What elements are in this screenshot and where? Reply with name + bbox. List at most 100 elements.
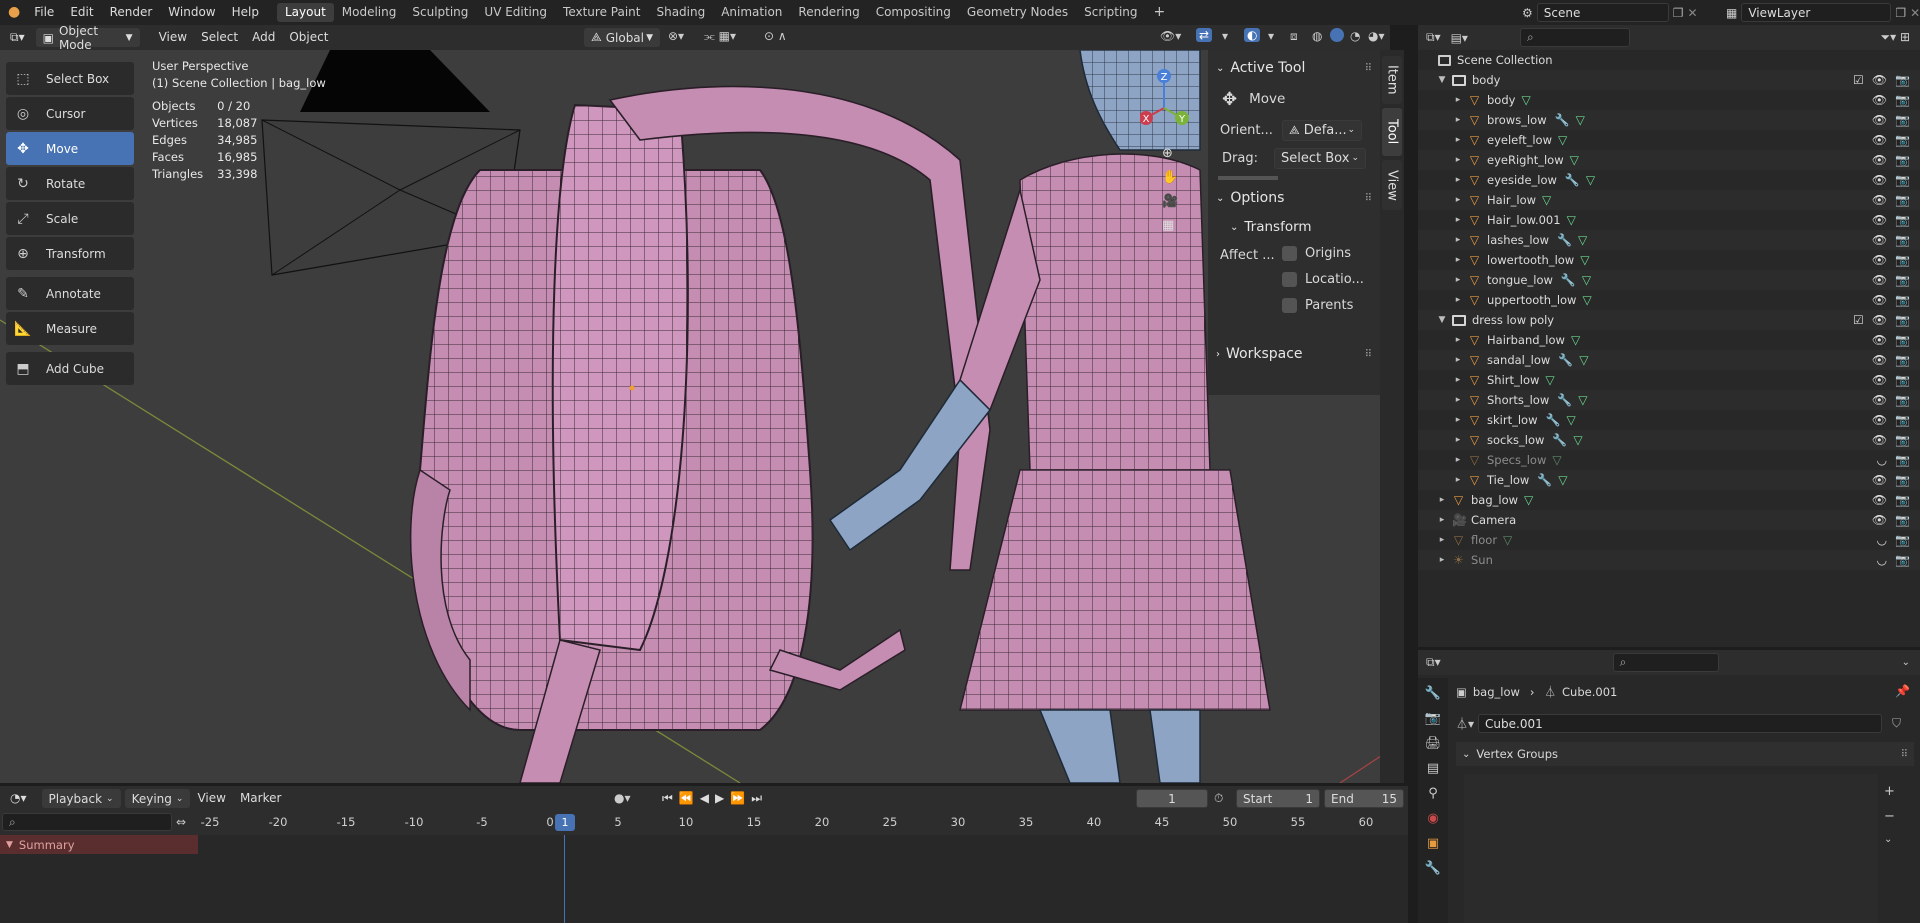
checkbox[interactable] xyxy=(1282,246,1297,261)
mesh-data-icon[interactable]: ▽ xyxy=(1578,233,1587,247)
active-tool-move[interactable]: ✥ Move xyxy=(1208,82,1380,116)
render-visibility-icon[interactable]: 📷 xyxy=(1895,393,1910,407)
tab-modeling[interactable]: Modeling xyxy=(334,3,405,22)
outliner-row[interactable]: ▸ ▽ lashes_low 🔧 ▽ 👁 📷 xyxy=(1418,230,1920,250)
editor-type-icon[interactable]: ◔▾ xyxy=(0,786,34,811)
expand-right-icon[interactable]: ▸ xyxy=(1452,335,1464,345)
next-keyframe-icon[interactable]: ⏩ xyxy=(730,791,745,806)
affect-origins-checkbox[interactable]: Origins xyxy=(1282,246,1351,261)
pan-hand-icon[interactable]: ✋ xyxy=(1162,170,1178,185)
render-visibility-icon[interactable]: 📷 xyxy=(1895,533,1910,547)
mesh-data-icon[interactable]: ▽ xyxy=(1521,93,1530,107)
mesh-data-icon[interactable]: ▽ xyxy=(1580,253,1589,267)
pin-icon[interactable]: 📌 xyxy=(1895,684,1910,698)
eye-icon[interactable]: 👁 xyxy=(1872,293,1887,307)
eye-icon[interactable]: 👁 xyxy=(1872,473,1887,487)
chevron-down-icon[interactable]: ⌄ xyxy=(1902,657,1910,668)
output-icon[interactable]: 🖨 xyxy=(1425,736,1442,751)
gizmo-chevron-icon[interactable]: ▾ xyxy=(1222,29,1228,43)
expand-right-icon[interactable]: ▸ xyxy=(1452,135,1464,145)
tool-move[interactable]: ✥ Move xyxy=(6,132,134,165)
render-visibility-icon[interactable]: 📷 xyxy=(1895,553,1910,567)
chevron-down-icon[interactable]: ⌄ xyxy=(1884,834,1895,845)
play-icon[interactable]: ▶ xyxy=(715,791,724,806)
modifier-icon[interactable]: 🔧 xyxy=(1558,353,1573,367)
material-shading-icon[interactable]: ◔ xyxy=(1350,29,1360,43)
wireframe-shading-icon[interactable]: ◍ xyxy=(1312,29,1322,43)
playback-dropdown[interactable]: Playback ⌄ xyxy=(41,789,121,808)
view-layer-field[interactable]: ViewLayer xyxy=(1741,3,1892,22)
scene-copy-icon[interactable]: ❐ xyxy=(1673,6,1684,20)
checkbox[interactable] xyxy=(1282,272,1297,287)
modifier-icon[interactable]: 🔧 xyxy=(1555,113,1570,127)
menu-add[interactable]: Add xyxy=(245,25,282,50)
tab-sculpting[interactable]: Sculpting xyxy=(404,3,476,22)
render-visibility-icon[interactable]: 📷 xyxy=(1895,273,1910,287)
mesh-data-icon[interactable]: ▽ xyxy=(1576,113,1585,127)
outliner-row[interactable]: ▼ body ☑ 👁 📷 xyxy=(1418,70,1920,90)
pivot-icon[interactable]: ⊗▾ xyxy=(668,29,684,43)
drag-handle-icon[interactable]: ⠿ xyxy=(1365,349,1372,360)
zoom-icon[interactable]: ⊕ xyxy=(1162,146,1178,161)
render-visibility-icon[interactable]: 📷 xyxy=(1895,373,1910,387)
proportional-edit-icon[interactable]: ⊙ ∧ xyxy=(764,29,787,43)
mesh-data-icon[interactable]: ▽ xyxy=(1552,453,1561,467)
eye-icon[interactable]: 👁 xyxy=(1872,353,1887,367)
eye-icon[interactable]: 👁 xyxy=(1872,113,1887,127)
overlay-chevron-icon[interactable]: ▾ xyxy=(1268,29,1274,43)
tab-shading[interactable]: Shading xyxy=(648,3,713,22)
modifier-icon[interactable]: 🔧 xyxy=(1425,861,1441,876)
eye-icon[interactable]: 👁 xyxy=(1872,213,1887,227)
eye-icon[interactable]: 👁 xyxy=(1872,93,1887,107)
tool-add-cube[interactable]: ⬒ Add Cube xyxy=(6,352,134,385)
tool-settings-icon[interactable]: 🔧 xyxy=(1425,686,1441,701)
outliner-row[interactable]: ▸ ▽ eyeside_low 🔧 ▽ 👁 📷 xyxy=(1418,170,1920,190)
scene-icon[interactable]: ⚲ xyxy=(1428,786,1438,801)
tab-texture-paint[interactable]: Texture Paint xyxy=(555,3,648,22)
render-visibility-icon[interactable]: 📷 xyxy=(1895,213,1910,227)
outliner-row[interactable]: ▸ ▽ Tie_low 🔧 ▽ 👁 📷 xyxy=(1418,470,1920,490)
tool-measure[interactable]: 📐 Measure xyxy=(6,312,134,345)
eye-icon[interactable]: 👁 xyxy=(1872,393,1887,407)
view-layer-copy-icon[interactable]: ❐ xyxy=(1895,6,1906,20)
outliner-row[interactable]: ▸ ▽ Shirt_low ▽ 👁 📷 xyxy=(1418,370,1920,390)
modifier-icon[interactable]: 🔧 xyxy=(1537,473,1552,487)
menu-select[interactable]: Select xyxy=(194,25,245,50)
start-frame-field[interactable]: Start 1 xyxy=(1236,789,1320,808)
eye-icon[interactable]: 👁 xyxy=(1872,153,1887,167)
eye-icon[interactable]: 👁 xyxy=(1872,513,1887,527)
outliner-row[interactable]: ▸ ▽ Specs_low ▽ ◡ 📷 xyxy=(1418,450,1920,470)
modifier-icon[interactable]: 🔧 xyxy=(1545,413,1560,427)
render-visibility-icon[interactable]: 📷 xyxy=(1895,313,1910,327)
tab-view[interactable]: View xyxy=(1382,160,1402,210)
visibility-icon[interactable]: 👁▾ xyxy=(1160,29,1181,43)
outliner-row[interactable]: ▸ ▽ eyeleft_low ▽ 👁 📷 xyxy=(1418,130,1920,150)
menu-view[interactable]: View xyxy=(152,25,194,50)
mode-dropdown[interactable]: ▣ Object Mode ▼ xyxy=(35,24,140,52)
add-workspace-button[interactable]: + xyxy=(1146,3,1174,22)
outliner-row[interactable]: ▸ ▽ Hairband_low ▽ 👁 📷 xyxy=(1418,330,1920,350)
render-visibility-icon[interactable]: 📷 xyxy=(1895,233,1910,247)
jump-end-icon[interactable]: ⏭ xyxy=(751,791,762,806)
eye-icon[interactable]: 👁 xyxy=(1872,413,1887,427)
render-visibility-icon[interactable]: 📷 xyxy=(1895,473,1910,487)
render-visibility-icon[interactable]: 📷 xyxy=(1895,453,1910,467)
mesh-data-icon[interactable]: ▽ xyxy=(1558,133,1567,147)
expand-right-icon[interactable]: ▸ xyxy=(1452,355,1464,365)
expand-right-icon[interactable]: ▸ xyxy=(1452,95,1464,105)
editor-type-icon[interactable]: ⧉▾ xyxy=(0,25,32,50)
tool-rotate[interactable]: ↻ Rotate xyxy=(6,167,134,200)
expand-right-icon[interactable]: ▸ xyxy=(1452,255,1464,265)
tab-layout[interactable]: Layout xyxy=(276,3,334,22)
render-visibility-icon[interactable]: 📷 xyxy=(1895,93,1910,107)
render-visibility-icon[interactable]: 📷 xyxy=(1895,413,1910,427)
mesh-data-icon[interactable]: ▽ xyxy=(1545,373,1554,387)
tab-animation[interactable]: Animation xyxy=(713,3,790,22)
view-layer-close-icon[interactable]: ✕ xyxy=(1910,6,1920,20)
mesh-data-icon[interactable]: ▽ xyxy=(1586,173,1595,187)
eye-icon[interactable]: 👁 xyxy=(1872,493,1887,507)
eye-icon[interactable]: 👁 xyxy=(1872,173,1887,187)
overlay-toggle-icon[interactable]: ◐ xyxy=(1244,28,1261,42)
world-icon[interactable]: ◉ xyxy=(1427,811,1438,826)
render-visibility-icon[interactable]: 📷 xyxy=(1895,293,1910,307)
